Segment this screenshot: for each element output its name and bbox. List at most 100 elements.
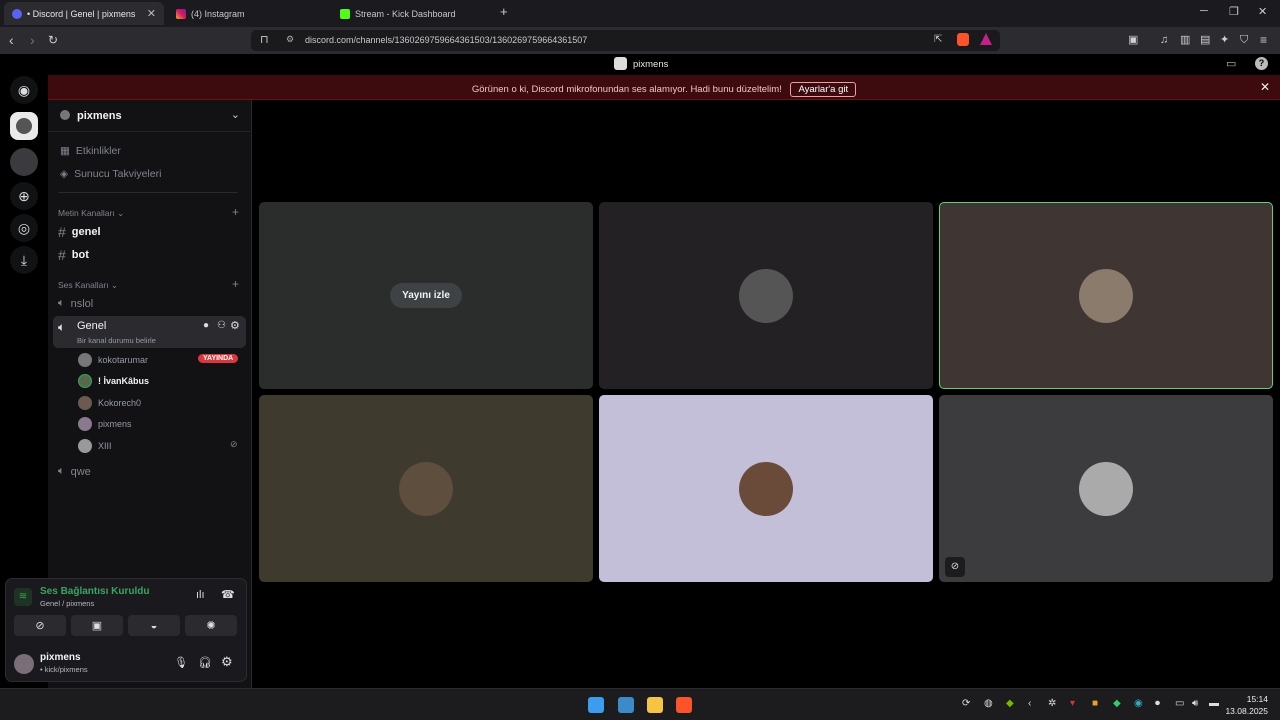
avatar — [739, 461, 793, 516]
forward-icon[interactable]: › — [30, 32, 35, 48]
sidebar-item-boosts[interactable]: ◈ Sunucu Takviyeleri — [60, 168, 161, 180]
camera-button[interactable]: ⊘ — [14, 615, 66, 636]
close-notice-icon[interactable]: ✕ — [1260, 80, 1270, 94]
tray-icon[interactable]: ▾ — [1070, 698, 1075, 709]
tray-icon[interactable]: ‹ — [1028, 698, 1031, 709]
reload-icon[interactable]: ↻ — [48, 32, 58, 48]
avatar[interactable] — [14, 654, 34, 674]
voice-member[interactable]: Kokorech0 — [78, 396, 141, 410]
channel-genel[interactable]: # genel — [58, 224, 101, 240]
voice-channel-genel[interactable]: 🔈︎ Genel Bir kanal durumu belirle ● ⚇ ⚙ — [53, 316, 246, 348]
user-settings-gear-icon[interactable]: ⚙ — [221, 654, 233, 670]
discord-home-icon[interactable]: ◉ — [10, 76, 38, 104]
brave-rewards-icon[interactable] — [980, 33, 992, 45]
file-explorer-icon[interactable] — [647, 697, 663, 713]
divider — [58, 192, 238, 193]
tab-instagram[interactable]: (4) Instagram — [168, 2, 328, 25]
tab-discord[interactable]: • Discord | Genel | pixmens ✕ — [4, 2, 164, 25]
sidebar-icon[interactable]: ▥ — [1180, 32, 1190, 48]
site-info-icon[interactable]: ⚙ — [286, 34, 294, 45]
battery-icon[interactable]: ▬ — [1209, 698, 1219, 709]
screen-share-button[interactable]: ▣ — [71, 615, 123, 636]
back-icon[interactable]: ‹ — [9, 32, 14, 48]
stream-tile[interactable]: Yayını izle — [259, 202, 593, 389]
clock-time[interactable]: 15:14 — [1228, 694, 1268, 704]
windows-start-icon[interactable] — [588, 697, 604, 713]
volume-icon[interactable]: 🔊︎ — [1192, 698, 1198, 709]
chat-icon[interactable]: ● — [203, 320, 209, 331]
server-pixmens-icon[interactable] — [10, 112, 38, 140]
tray-icon[interactable]: ✲ — [1048, 698, 1056, 709]
voice-status[interactable]: Ses Bağlantısı Kuruldu — [40, 586, 149, 597]
tray-icon[interactable]: ■ — [1092, 698, 1098, 709]
nvidia-icon[interactable]: ◆ — [1006, 698, 1014, 709]
microphone-icon[interactable]: 🎙︎ — [174, 656, 188, 669]
brave-browser-icon[interactable] — [676, 697, 692, 713]
tray-icon[interactable]: ◍ — [984, 698, 993, 709]
signal-icon[interactable]: ≋ — [14, 588, 32, 606]
clock-date[interactable]: 13.08.2025 — [1222, 706, 1268, 716]
tray-icon[interactable]: ◆ — [1113, 698, 1121, 709]
tray-icon[interactable]: ◉ — [1134, 698, 1143, 709]
url-text[interactable]: discord.com/channels/1360269759664361503… — [305, 35, 587, 45]
gear-icon[interactable]: ⚙ — [230, 319, 240, 332]
vpn-icon[interactable]: ⛉ — [1240, 32, 1248, 48]
channel-status[interactable]: Bir kanal durumu belirle — [77, 336, 156, 345]
photos-app-icon[interactable] — [618, 697, 634, 713]
help-icon[interactable]: ? — [1255, 57, 1268, 70]
add-server-icon[interactable]: ⊕ — [10, 182, 38, 210]
menu-icon[interactable]: ≡ — [1260, 32, 1267, 48]
tab-kick[interactable]: Stream - Kick Dashboard — [332, 2, 492, 25]
noise-suppression-icon[interactable]: ılı — [196, 589, 205, 601]
disconnect-icon[interactable]: ☎ — [221, 588, 235, 601]
voice-channel-qwe[interactable]: 🔈︎ qwe — [58, 465, 91, 478]
media-icon[interactable]: ♫ — [1160, 32, 1168, 48]
participant-tile-speaking[interactable] — [939, 202, 1273, 389]
soundboard-button[interactable]: ✺ — [185, 615, 237, 636]
network-icon[interactable]: ▭ — [1175, 698, 1184, 709]
address-bar[interactable]: ⊓ ⚙ discord.com/channels/136026975966436… — [251, 30, 1000, 51]
close-tab-icon[interactable]: ✕ — [147, 7, 156, 20]
leo-ai-icon[interactable]: ✦ — [1220, 32, 1229, 48]
participant-tile[interactable] — [599, 202, 933, 389]
participant-tile[interactable] — [599, 395, 933, 582]
voice-member[interactable]: XIII ⊘ — [78, 439, 238, 453]
voice-channel-nslol[interactable]: 🔈︎ nslol — [58, 297, 93, 310]
guild-header[interactable]: pixmens ⌄ — [48, 100, 252, 132]
voice-member[interactable]: ! İvanKâbus — [78, 374, 149, 388]
voice-member[interactable]: pixmens — [78, 417, 132, 431]
discover-icon[interactable]: ◎ — [10, 214, 38, 242]
new-tab-button[interactable]: + — [500, 4, 508, 19]
download-icon[interactable]: ⤓ — [10, 246, 38, 274]
server-group-icon[interactable] — [10, 148, 38, 176]
headphones-icon[interactable]: 🎧︎ — [198, 656, 212, 669]
voice-member[interactable]: kokotarumar YAYINDA — [78, 353, 239, 367]
participant-tile[interactable]: ⊘ — [939, 395, 1273, 582]
watch-stream-button[interactable]: Yayını izle — [390, 283, 462, 308]
tray-icon[interactable]: ⟳ — [962, 698, 970, 709]
bookmark-icon[interactable]: ⊓ — [260, 33, 269, 46]
screen-share-icon: ▣ — [91, 620, 103, 632]
chevron-down-icon[interactable]: ⌄ — [231, 108, 240, 121]
go-to-settings-button[interactable]: Ayarlar'a git — [790, 82, 857, 97]
sidebar-item-events[interactable]: ▦ Etkinlikler — [60, 145, 121, 157]
voice-category[interactable]: Ses Kanalları ⌄ — [58, 280, 118, 291]
restore-icon[interactable]: ❐ — [1229, 5, 1239, 18]
wallet-icon[interactable]: ▤ — [1200, 32, 1210, 48]
minimize-icon[interactable]: ─ — [1200, 5, 1208, 17]
brave-shields-icon[interactable] — [957, 33, 969, 46]
participant-tile[interactable] — [259, 395, 593, 582]
invite-icon[interactable]: ⚇ — [217, 320, 226, 331]
screenshot-icon[interactable]: ▣ — [1128, 32, 1138, 48]
user-name[interactable]: pixmens — [40, 652, 81, 663]
close-window-icon[interactable]: ✕ — [1258, 5, 1267, 18]
activities-button[interactable]: ◒ — [128, 615, 180, 636]
voice-location[interactable]: Genel / pixmens — [40, 599, 94, 608]
add-text-channel-icon[interactable]: + — [232, 205, 239, 219]
channel-bot[interactable]: # bot — [58, 247, 89, 263]
inbox-icon[interactable]: ▭ — [1226, 57, 1236, 70]
text-category[interactable]: Metin Kanalları ⌄ — [58, 208, 124, 219]
microphone-tray-icon[interactable]: ⏺ — [1155, 698, 1160, 709]
add-voice-channel-icon[interactable]: + — [232, 277, 239, 291]
share-icon[interactable]: ⇱ — [934, 34, 942, 45]
